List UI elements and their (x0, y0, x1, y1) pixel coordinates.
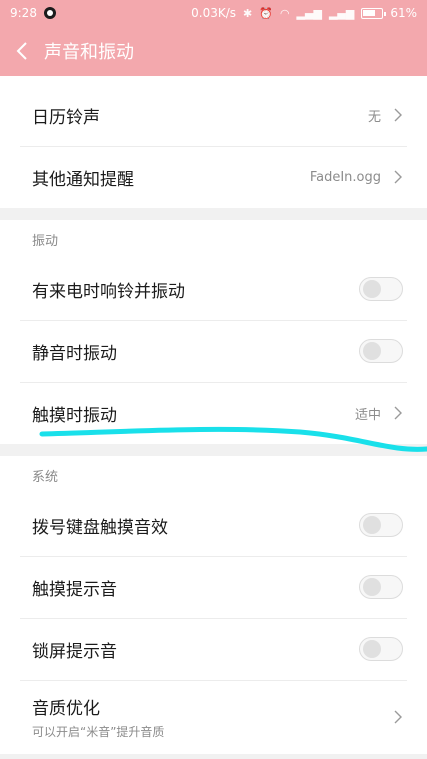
network-speed: 0.03K/s (191, 6, 237, 20)
signal-icon: ▂▄▆ (296, 6, 322, 20)
battery-icon (361, 7, 387, 19)
ringtone-group: 日历铃声 无 其他通知提醒 FadeIn.ogg (0, 76, 427, 208)
section-header-vibration: 振动 (0, 220, 427, 258)
row-label: 其他通知提醒 (32, 169, 134, 190)
touch-sound-row[interactable]: 触摸提示音 (0, 556, 427, 618)
dialpad-sound-toggle[interactable] (359, 513, 403, 537)
battery-level: 61% (390, 6, 417, 20)
chevron-right-icon (393, 406, 403, 420)
vibration-group: 振动 有来电时响铃并振动 静音时振动 触摸时振动 适中 (0, 220, 427, 444)
chevron-right-icon (393, 170, 403, 184)
bluetooth-icon: ✱ (243, 6, 253, 20)
app-header: 9:28 0.03K/s ✱ ⏰ ◠ ▂▄▆ ▂▄▆ 61% 声音和振动 (0, 0, 427, 76)
system-group: 系统 拨号键盘触摸音效 触摸提示音 锁屏提示音 音质优化 可以开启“米音”提升音… (0, 456, 427, 754)
ring-and-vibrate-row[interactable]: 有来电时响铃并振动 (0, 258, 427, 320)
signal-icon-2: ▂▄▆ (328, 6, 355, 20)
row-value: 适中 (354, 407, 381, 423)
sound-quality-row[interactable]: 音质优化 可以开启“米音”提升音质 (0, 680, 427, 754)
chevron-right-icon (393, 108, 403, 122)
wifi-icon: ◠ (279, 6, 290, 20)
calendar-ringtone-row[interactable]: 日历铃声 无 (0, 84, 427, 146)
dialpad-touch-sound-row[interactable]: 拨号键盘触摸音效 (0, 494, 427, 556)
row-label: 触摸提示音 (32, 579, 117, 600)
row-label: 静音时振动 (32, 343, 117, 364)
chevron-right-icon (393, 710, 403, 724)
touch-sound-toggle[interactable] (359, 575, 403, 599)
row-label: 拨号键盘触摸音效 (32, 517, 168, 538)
row-label: 有来电时响铃并振动 (32, 281, 185, 302)
settings-content: 日历铃声 无 其他通知提醒 FadeIn.ogg 振动 有来电时响铃并振动 静音… (0, 76, 427, 759)
touch-vibration-row[interactable]: 触摸时振动 适中 (0, 382, 427, 444)
row-value: 无 (367, 109, 381, 125)
section-header-system: 系统 (0, 456, 427, 494)
ring-vibrate-toggle[interactable] (359, 277, 403, 301)
row-subtitle: 可以开启“米音”提升音质 (32, 725, 165, 739)
row-label: 日历铃声 (32, 107, 100, 128)
page-title: 声音和振动 (44, 42, 134, 63)
lockscreen-sound-toggle[interactable] (359, 637, 403, 661)
silent-vibrate-row[interactable]: 静音时振动 (0, 320, 427, 382)
lockscreen-sound-row[interactable]: 锁屏提示音 (0, 618, 427, 680)
row-label: 音质优化 (32, 699, 100, 719)
back-button[interactable] (0, 26, 44, 76)
alarm-icon: ⏰ (259, 6, 273, 20)
row-label: 锁屏提示音 (32, 641, 117, 662)
qq-icon (43, 7, 56, 19)
chevron-left-icon (16, 42, 27, 60)
row-value: FadeIn.ogg (309, 169, 381, 185)
status-time: 9:28 (10, 6, 37, 20)
row-label: 触摸时振动 (32, 405, 117, 426)
other-notification-row[interactable]: 其他通知提醒 FadeIn.ogg (0, 146, 427, 208)
status-bar: 9:28 0.03K/s ✱ ⏰ ◠ ▂▄▆ ▂▄▆ 61% (0, 0, 427, 26)
silent-vibrate-toggle[interactable] (359, 339, 403, 363)
